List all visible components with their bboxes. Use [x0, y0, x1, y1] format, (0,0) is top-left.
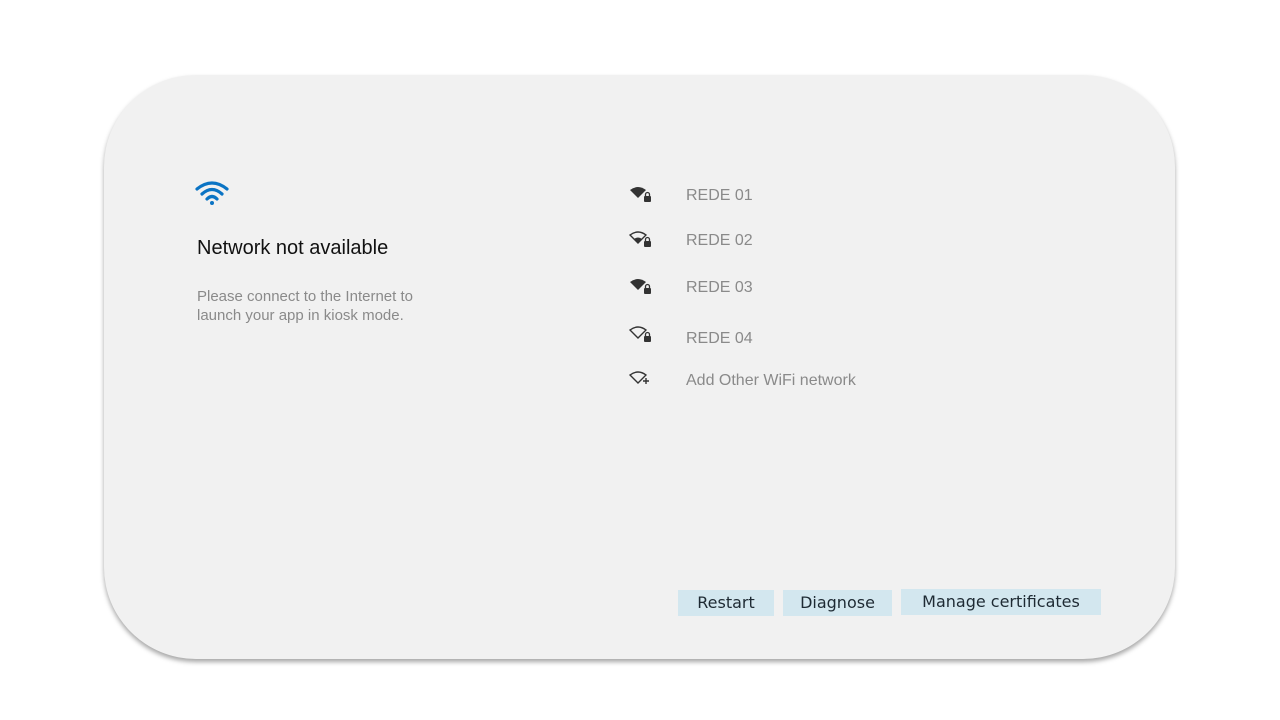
network-item-rede-01[interactable]: REDE 01 — [628, 184, 948, 208]
network-label: REDE 04 — [686, 330, 753, 347]
add-wifi-network-item[interactable]: Add Other WiFi network — [628, 369, 948, 393]
network-item-rede-02[interactable]: REDE 02 — [628, 229, 948, 253]
wifi-locked-icon — [628, 326, 651, 342]
wifi-add-icon — [628, 371, 649, 384]
wifi-locked-icon — [628, 231, 651, 247]
network-item-rede-04[interactable]: REDE 04 — [628, 324, 948, 348]
network-label: REDE 01 — [686, 187, 753, 204]
page-title: Network not available — [197, 237, 389, 259]
wifi-locked-icon — [630, 279, 651, 294]
wifi-locked-icon — [630, 187, 651, 202]
network-item-rede-03[interactable]: REDE 03 — [628, 276, 948, 300]
kiosk-network-panel — [104, 75, 1175, 659]
wifi-icon — [195, 181, 229, 205]
status-message: Please connect to the Internet to launch… — [197, 288, 413, 324]
diagnose-button[interactable]: Diagnose — [783, 590, 892, 616]
manage-certificates-button[interactable]: Manage certificates — [901, 589, 1101, 615]
network-label: REDE 03 — [686, 279, 753, 296]
add-network-label: Add Other WiFi network — [686, 372, 856, 389]
network-label: REDE 02 — [686, 232, 753, 249]
restart-button[interactable]: Restart — [678, 590, 774, 616]
